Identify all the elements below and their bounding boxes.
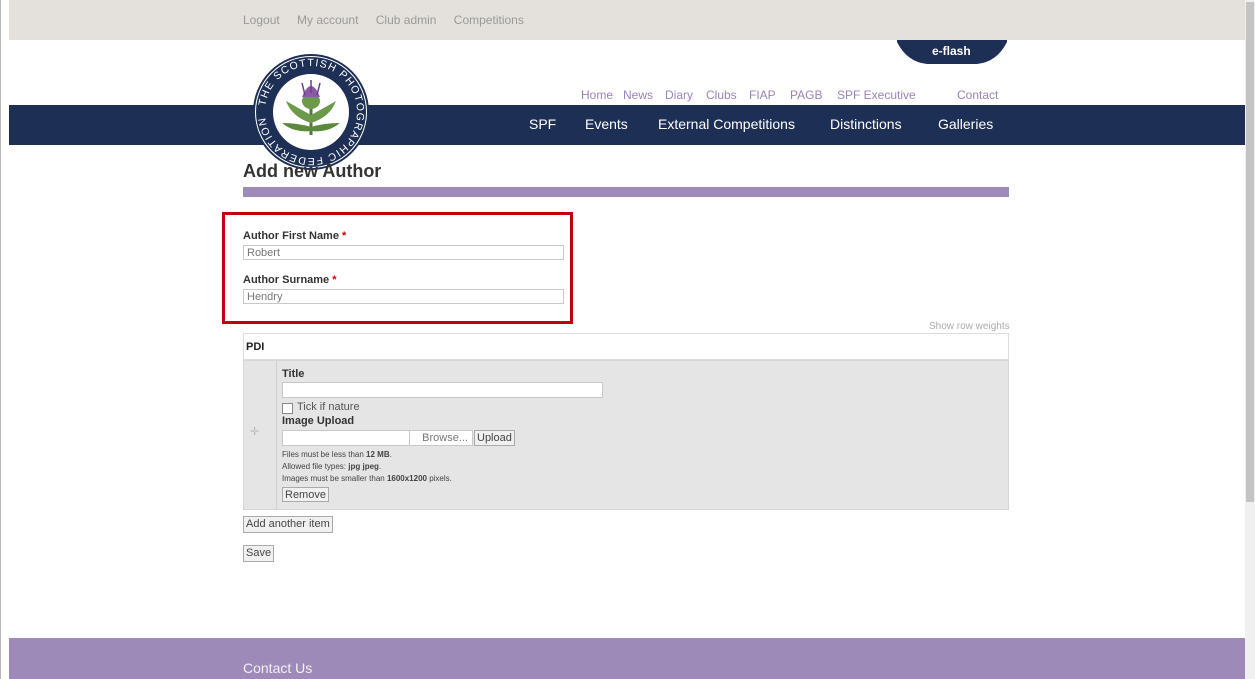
file-path-field[interactable] [282,430,410,446]
remove-button[interactable]: Remove [282,487,329,502]
help-size-suffix: . [389,450,392,459]
image-upload-label: Image Upload [282,415,355,427]
main-nav-distinctions[interactable]: Distinctions [830,116,902,132]
footer: Contact Us [9,638,1245,679]
help-image-dimensions: Images must be smaller than 1600x1200 pi… [282,474,452,483]
nav-news[interactable]: News [623,88,653,102]
nature-checkbox[interactable] [282,403,293,414]
scrollbar-thumb[interactable] [1246,2,1254,502]
title-input[interactable] [282,382,603,398]
nav-clubs[interactable]: Clubs [706,88,737,102]
top-links: Logout My account Club admin Competition… [243,13,538,27]
help-dims-prefix: Images must be smaller than [282,474,387,483]
competitions-link[interactable]: Competitions [454,13,524,27]
main-nav-external-competitions[interactable]: External Competitions [658,116,795,132]
help-types-prefix: Allowed file types: [282,462,349,471]
help-file-size: Files must be less than 12 MB. [282,450,392,459]
help-dims-suffix: pixels. [426,474,452,483]
drag-handle-cell: ✛ [244,361,277,509]
footer-contact-us[interactable]: Contact Us [243,660,312,676]
nav-contact[interactable]: Contact [957,88,998,102]
browse-button[interactable]: Browse... [409,430,473,446]
main-nav-events[interactable]: Events [585,116,628,132]
pdi-table-header: PDI [243,333,1009,360]
help-size-prefix: Files must be less than [282,450,367,459]
main-nav-spf[interactable]: SPF [529,116,556,132]
help-dims-value: 1600x1200 [386,474,427,483]
show-row-weights-link[interactable]: Show row weights [929,321,1010,332]
club-admin-link[interactable]: Club admin [376,13,437,27]
nav-home[interactable]: Home [581,88,613,102]
page-title: Add new Author [243,161,382,181]
help-types-value: jpg jpeg [348,462,379,471]
main-nav-galleries[interactable]: Galleries [938,116,993,132]
nav-fiap[interactable]: FIAP [749,88,776,102]
title-label: Title [282,368,305,380]
spf-logo[interactable]: THE SCOTTISH PHOTOGRAPHIC FEDERATION [252,53,370,171]
logout-link[interactable]: Logout [243,13,280,27]
help-types-suffix: . [378,462,382,471]
add-another-item-button[interactable]: Add another item [243,516,333,533]
upload-button[interactable]: Upload [474,430,515,446]
nav-spf-executive[interactable]: SPF Executive [837,88,916,102]
top-utility-bar [9,0,1245,40]
highlight-box [222,212,573,324]
my-account-link[interactable]: My account [297,13,358,27]
title-divider [243,187,1009,197]
nav-pagb[interactable]: PAGB [790,88,822,102]
help-size-value: 12 MB [366,450,390,459]
drag-handle-icon[interactable]: ✛ [250,425,259,438]
nature-label: Tick if nature [297,401,360,413]
help-file-types: Allowed file types: jpg jpeg. [282,462,381,471]
save-button[interactable]: Save [243,545,275,562]
pdi-header-label: PDI [246,341,265,353]
nav-diary[interactable]: Diary [665,88,693,102]
eflash-label[interactable]: e-flash [932,44,971,58]
